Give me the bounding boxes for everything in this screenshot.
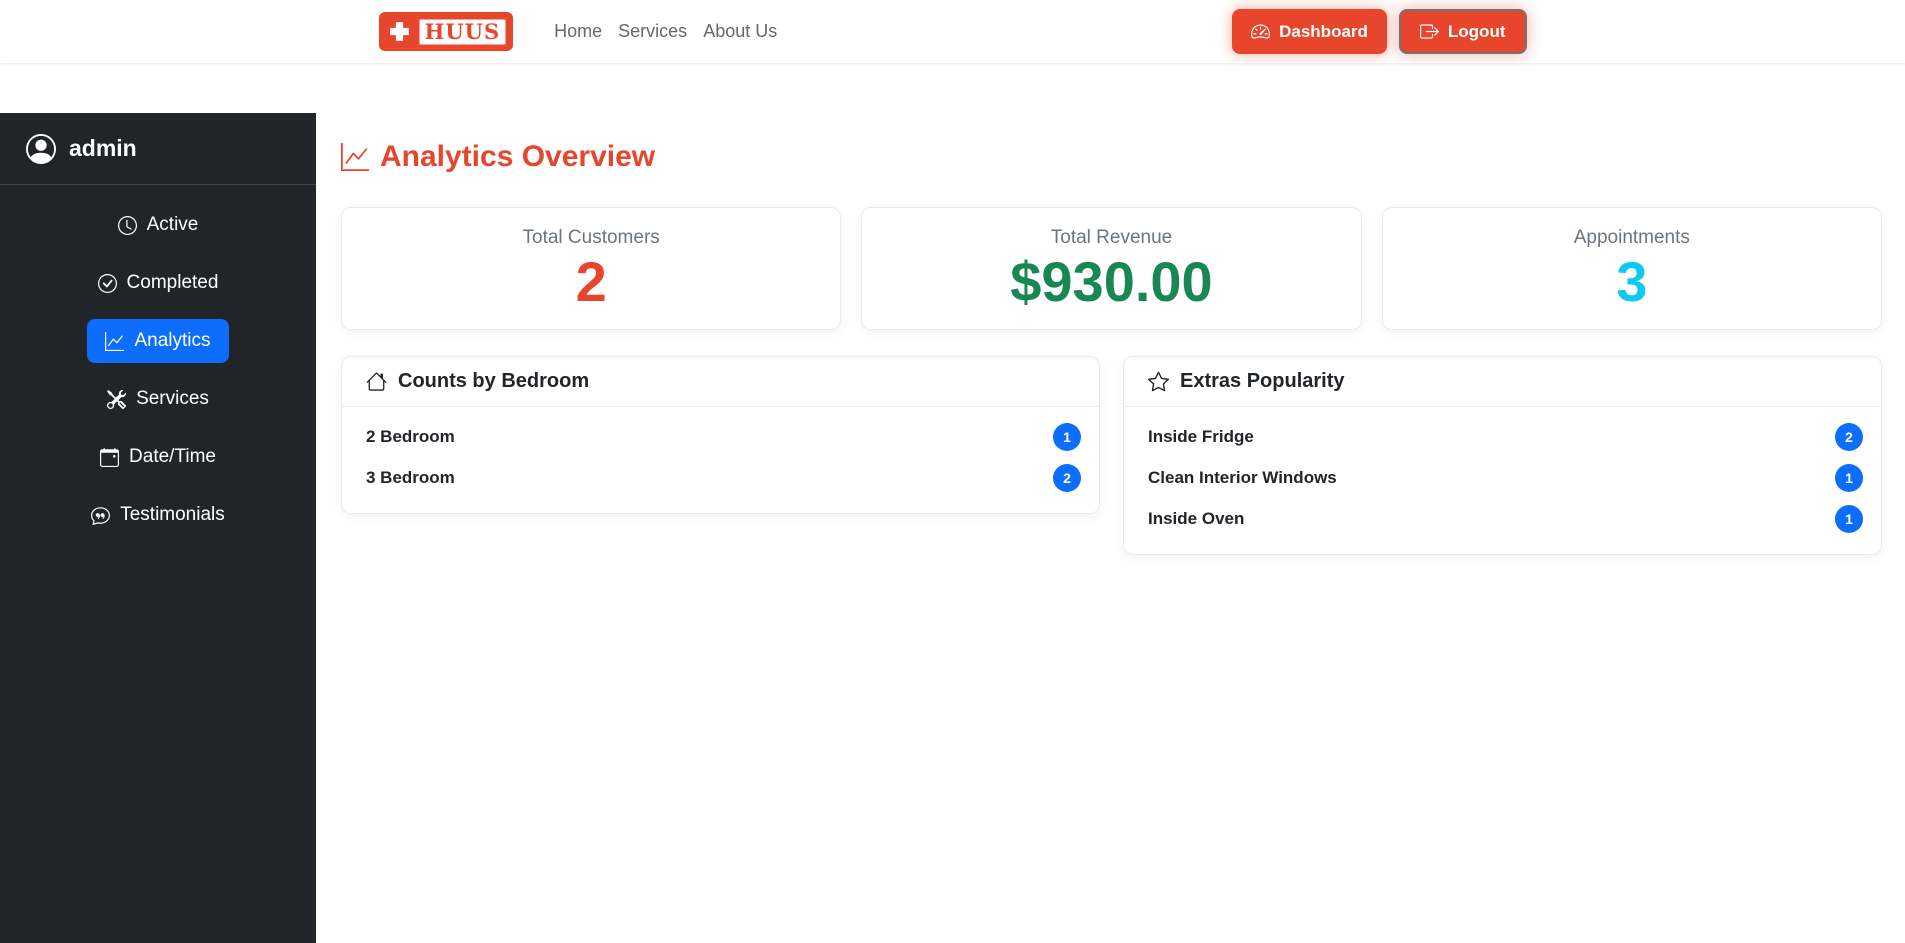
list-item: 2 Bedroom 1	[366, 416, 1081, 457]
house-icon	[366, 371, 387, 392]
sidebar-item-active[interactable]: Active	[100, 203, 217, 247]
graph-up-icon	[105, 331, 125, 351]
sidebar-nav: Active Completed Analytics Services Date…	[0, 185, 316, 537]
graph-up-icon	[341, 143, 369, 171]
count-badge: 1	[1053, 422, 1081, 451]
list-item-label: Inside Fridge	[1148, 426, 1254, 446]
top-navbar: HUUS Home Services About Us Dashboard Lo…	[0, 0, 1905, 63]
sidebar-item-label: Date/Time	[129, 446, 216, 467]
sidebar-item-testimonials[interactable]: Testimonials	[73, 493, 243, 537]
stat-label: Appointments	[1573, 227, 1690, 248]
panel-header: Counts by Bedroom	[342, 357, 1099, 407]
stats-row: Total Customers 2 Total Revenue $930.00 …	[341, 207, 1882, 330]
main-content: Analytics Overview Total Customers 2 Tot…	[316, 113, 1905, 943]
nav-link-services[interactable]: Services	[610, 13, 695, 50]
box-arrow-right-icon	[1419, 22, 1439, 41]
stat-label: Total Customers	[522, 227, 660, 248]
count-badge: 2	[1835, 422, 1863, 451]
check-circle-icon	[97, 273, 117, 293]
stat-value: 2	[575, 250, 607, 313]
sidebar-item-label: Testimonials	[120, 504, 225, 525]
list-item-label: Clean Interior Windows	[1148, 467, 1337, 487]
stat-label: Total Revenue	[1050, 227, 1173, 248]
dashboard-button[interactable]: Dashboard	[1232, 9, 1387, 54]
sidebar-item-date-time[interactable]: Date/Time	[82, 435, 234, 479]
list-item-label: 3 Bedroom	[366, 467, 455, 487]
star-icon	[1148, 371, 1169, 392]
panel-counts-by-bedroom: Counts by Bedroom 2 Bedroom 1 3 Bedroom …	[341, 356, 1100, 514]
list-item-label: 2 Bedroom	[366, 426, 455, 446]
page-title-text: Analytics Overview	[380, 140, 656, 173]
count-badge: 2	[1053, 463, 1081, 492]
panel-body: Inside Fridge 2 Clean Interior Windows 1…	[1124, 407, 1881, 554]
sidebar-item-completed[interactable]: Completed	[80, 261, 237, 305]
panels-row: Counts by Bedroom 2 Bedroom 1 3 Bedroom …	[341, 356, 1882, 555]
sidebar-username: admin	[69, 135, 137, 161]
stat-value: $930.00	[1010, 250, 1213, 313]
page-title: Analytics Overview	[341, 140, 1882, 174]
dashboard-button-label: Dashboard	[1279, 21, 1368, 41]
brand-name-box: HUUS	[417, 17, 508, 46]
tools-icon	[107, 389, 127, 409]
clock-icon	[117, 215, 137, 235]
count-badge: 1	[1835, 504, 1863, 533]
brand-logo[interactable]: HUUS	[378, 12, 514, 51]
admin-sidebar: admin Active Completed Analytics Service…	[0, 113, 316, 943]
sidebar-item-label: Active	[146, 214, 199, 235]
panel-title: Extras Popularity	[1180, 370, 1345, 392]
nav-buttons: Dashboard Logout	[1232, 9, 1527, 54]
sidebar-item-services[interactable]: Services	[89, 377, 227, 421]
nav-link-about-us[interactable]: About Us	[695, 13, 785, 50]
logout-button-label: Logout	[1447, 21, 1506, 41]
panel-title: Counts by Bedroom	[398, 370, 590, 392]
stat-card-total-customers: Total Customers 2	[341, 207, 842, 330]
sidebar-user: admin	[0, 113, 316, 185]
person-circle-icon	[26, 133, 56, 164]
count-badge: 1	[1835, 463, 1863, 492]
logout-button[interactable]: Logout	[1398, 9, 1527, 54]
sidebar-item-label: Services	[136, 388, 209, 409]
nav-links: Home Services About Us	[546, 13, 785, 50]
panel-body: 2 Bedroom 1 3 Bedroom 2	[342, 407, 1099, 513]
stat-value: 3	[1616, 250, 1648, 313]
list-item: Inside Oven 1	[1148, 498, 1863, 539]
stat-card-appointments: Appointments 3	[1381, 207, 1882, 330]
list-item-label: Inside Oven	[1148, 508, 1245, 528]
list-item: 3 Bedroom 2	[366, 457, 1081, 498]
sidebar-item-analytics[interactable]: Analytics	[87, 319, 229, 363]
speedometer-icon	[1251, 22, 1271, 41]
nav-link-home[interactable]: Home	[546, 13, 610, 50]
panel-extras-popularity: Extras Popularity Inside Fridge 2 Clean …	[1123, 356, 1882, 555]
stat-card-total-revenue: Total Revenue $930.00	[861, 207, 1362, 330]
brand-name: HUUS	[424, 18, 501, 44]
panel-header: Extras Popularity	[1124, 357, 1881, 407]
sidebar-item-label: Analytics	[134, 330, 211, 351]
list-item: Clean Interior Windows 1	[1148, 457, 1863, 498]
swiss-cross-icon	[388, 20, 411, 43]
sidebar-item-label: Completed	[126, 272, 219, 293]
chat-quote-icon	[91, 506, 111, 525]
list-item: Inside Fridge 2	[1148, 416, 1863, 457]
calendar-icon	[100, 447, 120, 467]
